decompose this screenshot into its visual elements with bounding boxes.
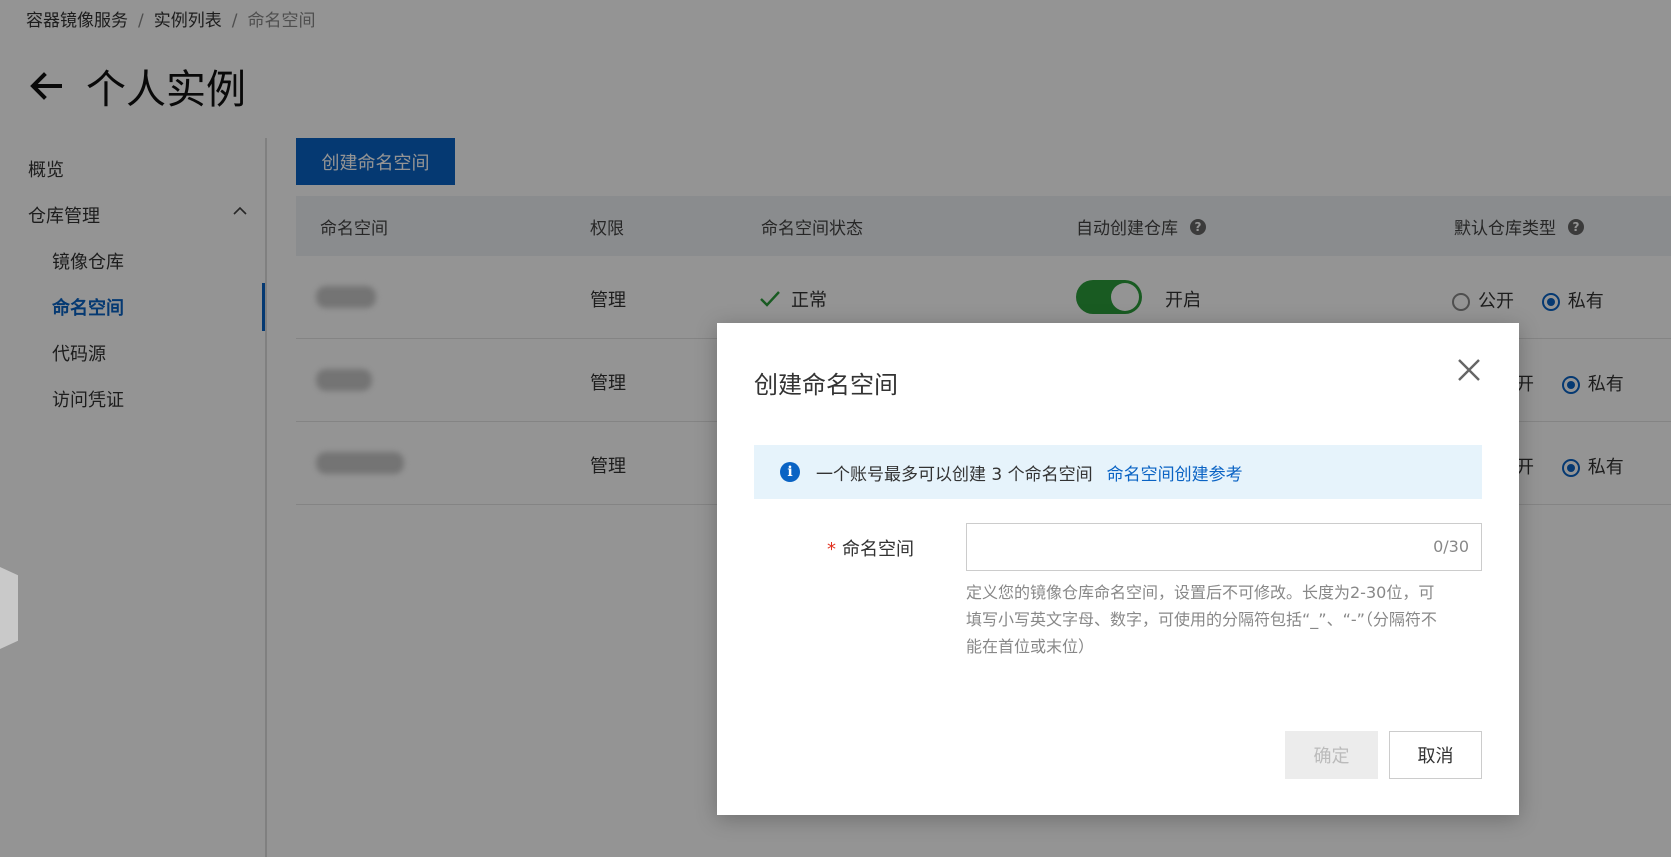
field-label-text: 命名空间 (842, 539, 914, 560)
namespace-reference-link[interactable]: 命名空间创建参考 (1107, 460, 1243, 485)
confirm-button[interactable]: 确定 (1285, 731, 1378, 779)
namespace-help-text: 定义您的镜像仓库命名空间，设置后不可修改。长度为2-30位，可填写小写英文字母、… (966, 583, 1437, 656)
character-counter: 0/30 (1433, 537, 1469, 556)
info-notice: i 一个账号最多可以创建 3 个命名空间 命名空间创建参考 (754, 445, 1482, 499)
required-mark: * (827, 539, 836, 560)
page: 容器镜像服务 / 实例列表 / 命名空间 个人实例 概览 仓库管理 镜像仓库 命名空间 … (0, 0, 1671, 857)
namespace-input-wrapper: 0/30 (966, 523, 1482, 571)
namespace-input[interactable] (977, 524, 1361, 570)
side-panel-handle[interactable] (0, 567, 18, 649)
dialog-title: 创建命名空间 (754, 371, 898, 399)
create-namespace-dialog: 创建命名空间 i 一个账号最多可以创建 3 个命名空间 命名空间创建参考 * 命名… (717, 323, 1519, 815)
cancel-button[interactable]: 取消 (1389, 731, 1482, 779)
notice-text: 一个账号最多可以创建 3 个命名空间 (816, 464, 1093, 485)
close-icon[interactable] (1455, 356, 1483, 384)
namespace-field-label: * 命名空间 (827, 535, 914, 561)
info-circle-icon: i (780, 462, 800, 482)
